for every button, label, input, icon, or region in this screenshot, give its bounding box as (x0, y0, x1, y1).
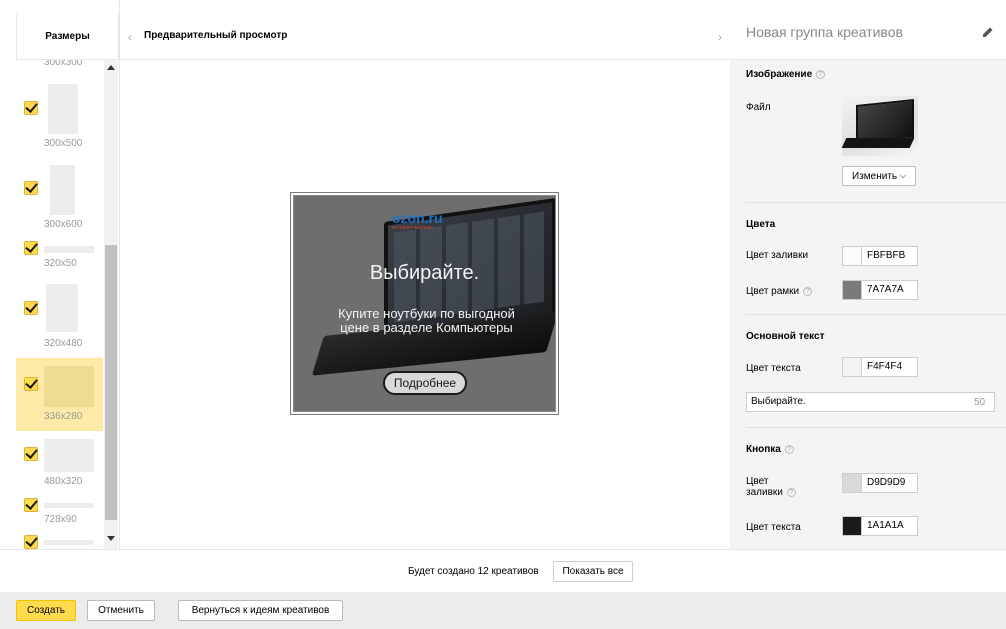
button-fill-input[interactable]: D9D9D9 (862, 473, 918, 493)
scroll-up-arrow-icon[interactable] (107, 65, 115, 70)
size-thumbnail (44, 366, 94, 407)
size-thumbnail (44, 540, 94, 545)
size-item-480x320[interactable]: 480x320 (16, 436, 103, 487)
image-thumbnail[interactable] (841, 96, 918, 156)
size-thumbnail (50, 165, 75, 215)
ad-cta-button[interactable]: Подробнее (383, 371, 467, 395)
sizes-panel-title: Размеры (16, 14, 119, 60)
size-item-320x50[interactable]: 320x50 (16, 236, 103, 276)
border-color-input[interactable]: 7A7A7A (862, 280, 918, 300)
fill-color-swatch[interactable] (842, 246, 862, 266)
main-text-input[interactable]: Выбирайте. (746, 392, 995, 412)
sizes-scrollbar[interactable] (104, 60, 118, 549)
creatives-count: Будет создано 12 креативов (408, 566, 539, 577)
help-icon[interactable]: ? (803, 286, 813, 296)
sizes-list: 300x300 300x500 300x600 320x50 320x480 3… (16, 60, 103, 549)
size-checkbox[interactable] (24, 241, 38, 255)
size-checkbox[interactable] (24, 301, 38, 315)
button-text-color-swatch[interactable] (842, 516, 862, 536)
help-icon[interactable]: ? (784, 444, 794, 454)
size-checkbox[interactable] (24, 181, 38, 195)
size-checkbox[interactable] (24, 101, 38, 115)
text-color-label: Цвет текста (746, 363, 801, 374)
size-item-300x600[interactable]: 300x600 (16, 160, 103, 234)
ad-headline: Выбирайте. (369, 262, 480, 284)
size-label: 300x500 (44, 138, 83, 149)
border-color-label: Цвет рамки? (746, 286, 813, 297)
image-section-title: Изображение? (746, 69, 826, 80)
show-all-button[interactable]: Показать все (553, 561, 633, 582)
colors-section-title: Цвета (746, 219, 776, 230)
text-color-input[interactable]: F4F4F4 (862, 357, 918, 377)
size-label: 300x600 (44, 219, 83, 230)
size-label: 728x90 (44, 514, 77, 525)
size-thumbnail (44, 246, 94, 253)
button-fill-label: Цвет заливки? (746, 476, 796, 498)
text-color-swatch[interactable] (842, 357, 862, 377)
ad-preview: ozon.ru интернет-магазин Выбирайте. Купи… (290, 192, 559, 415)
ad-body-text: Купите ноутбуки по выгодной цене в разде… (338, 306, 515, 335)
change-image-button[interactable]: Изменить ⌵ (842, 166, 916, 186)
size-checkbox[interactable] (24, 377, 38, 391)
chevron-right-icon[interactable]: › (718, 30, 722, 44)
char-counter: 50 (974, 397, 986, 408)
chevron-down-icon: ⌵ (899, 171, 906, 180)
file-label: Файл (746, 102, 771, 113)
size-thumbnail (44, 439, 94, 472)
cancel-button[interactable]: Отменить (87, 600, 155, 621)
ad-canvas: ozon.ru интернет-магазин Выбирайте. Купи… (293, 195, 556, 412)
size-label: 320x480 (44, 338, 83, 349)
ad-logo: ozon.ru (392, 210, 443, 226)
size-item-336x280[interactable]: 336x280 (16, 358, 103, 431)
settings-panel: Новая группа креативов Изображение? Файл… (730, 0, 1006, 549)
size-checkbox[interactable] (24, 498, 38, 512)
size-item-300x300[interactable]: 300x300 (16, 60, 103, 70)
size-label: 336x280 (44, 411, 83, 422)
chevron-left-icon[interactable]: ‹ (128, 30, 132, 44)
settings-header: Новая группа креативов (730, 0, 1006, 60)
scroll-down-arrow-icon[interactable] (107, 536, 115, 541)
button-text-color-input[interactable]: 1A1A1A (862, 516, 918, 536)
pencil-icon[interactable] (982, 26, 994, 38)
scroll-thumb[interactable] (105, 245, 117, 520)
size-checkbox[interactable] (24, 447, 38, 461)
button-section-title: Кнопка? (746, 444, 794, 455)
size-label: 480x320 (44, 476, 83, 487)
fill-color-input[interactable]: FBFBFB (862, 246, 918, 266)
preview-title: Предварительный просмотр (144, 30, 288, 41)
size-item-300x500[interactable]: 300x500 (16, 78, 103, 154)
size-label: 320x50 (44, 258, 77, 269)
preview-header: ‹ Предварительный просмотр › (120, 14, 730, 60)
fill-color-label: Цвет заливки (746, 250, 809, 261)
help-icon[interactable]: ? (786, 487, 796, 497)
size-checkbox[interactable] (24, 535, 38, 549)
size-thumbnail (46, 284, 78, 332)
size-item-728x90[interactable]: 728x90 (16, 496, 103, 532)
button-text-color-label: Цвет текста (746, 522, 801, 533)
main-text-section-title: Основной текст (746, 331, 825, 342)
help-icon[interactable]: ? (816, 69, 826, 79)
size-label: 300x300 (44, 60, 83, 68)
size-item[interactable] (16, 532, 103, 549)
button-fill-swatch[interactable] (842, 473, 862, 493)
border-color-swatch[interactable] (842, 280, 862, 300)
ad-logo-subtitle: интернет-магазин (392, 225, 434, 231)
group-title: Новая группа креативов (746, 24, 903, 40)
size-item-320x480[interactable]: 320x480 (16, 282, 103, 354)
back-to-ideas-button[interactable]: Вернуться к идеям креативов (178, 600, 343, 621)
create-button[interactable]: Создать (16, 600, 76, 621)
size-thumbnail (44, 503, 94, 508)
size-thumbnail (48, 84, 78, 134)
